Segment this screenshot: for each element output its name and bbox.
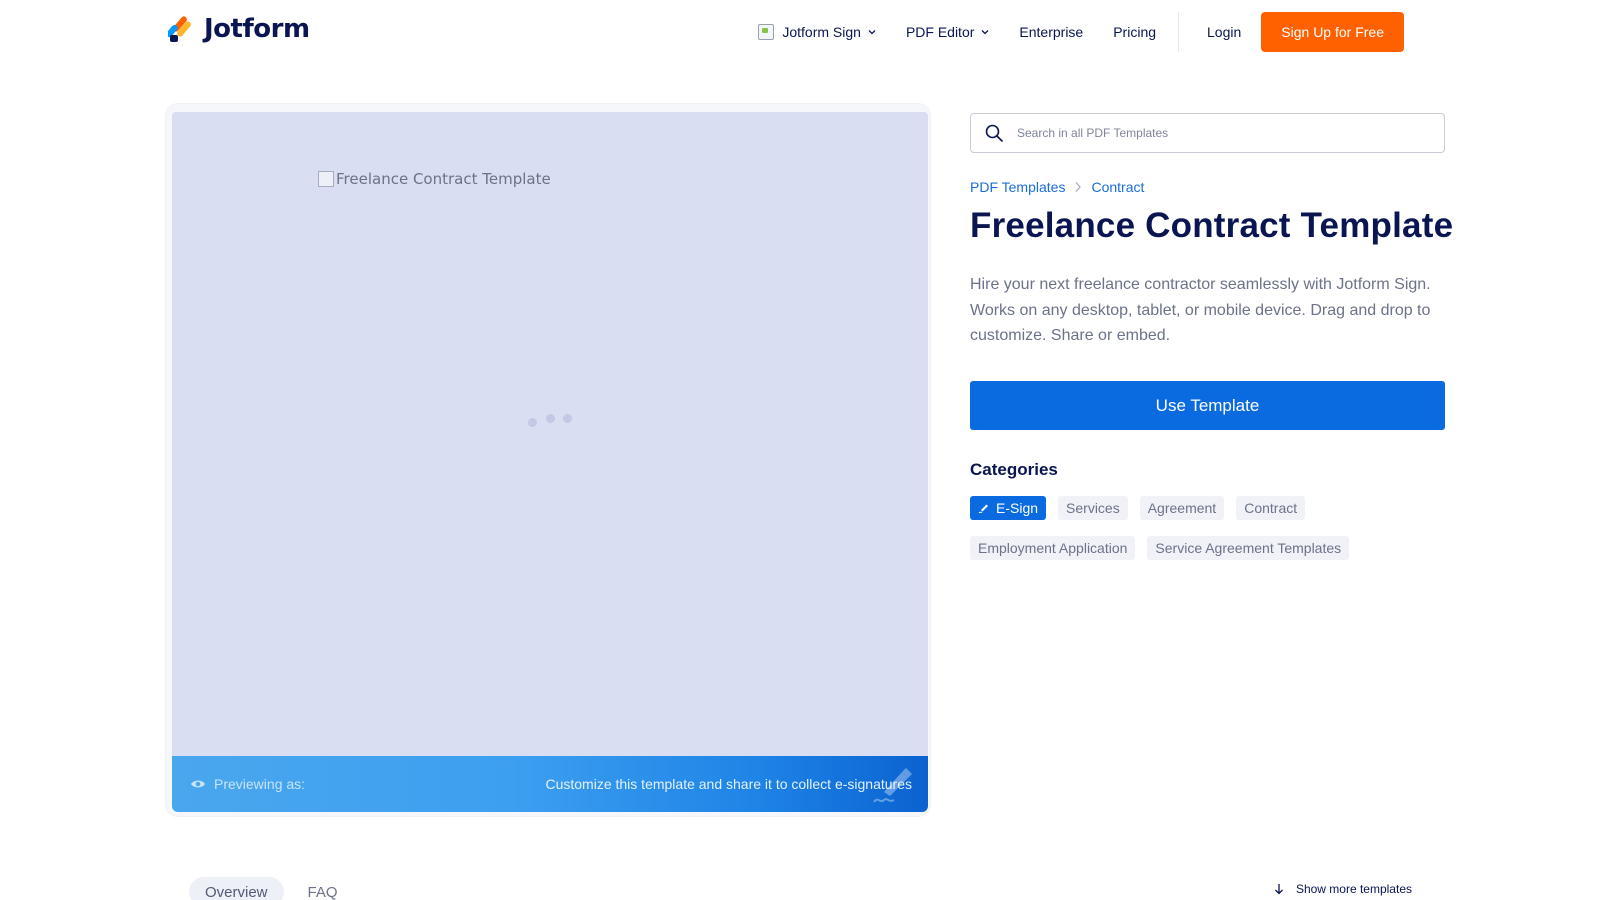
search-icon (985, 124, 1003, 142)
tab-faq[interactable]: FAQ (292, 877, 354, 900)
chevron-down-icon (981, 30, 989, 35)
breadcrumb-contract[interactable]: Contract (1091, 179, 1144, 195)
signup-button[interactable]: Sign Up for Free (1261, 12, 1404, 52)
pen-icon (978, 504, 988, 514)
template-preview[interactable]: Freelance Contract Template Previewing a… (172, 112, 928, 812)
preview-cta-text: Customize this template and share it to … (545, 776, 912, 792)
tab-overview[interactable]: Overview (189, 877, 284, 900)
category-tags-row-1: E-Sign Services Agreement Contract (970, 496, 1317, 520)
nav-jotform-sign[interactable]: Jotform Sign (758, 24, 876, 40)
template-search[interactable] (970, 113, 1445, 153)
loading-dot (528, 418, 537, 427)
jotform-logo[interactable]: Jotform (166, 14, 310, 44)
content-tabs: Overview FAQ (189, 877, 354, 900)
nav-pdf-editor[interactable]: PDF Editor (906, 24, 989, 40)
jotform-sign-image-icon (758, 24, 775, 40)
template-description: Hire your next freelance contractor seam… (970, 276, 1431, 344)
tag-e-sign[interactable]: E-Sign (970, 496, 1047, 520)
eye-icon (191, 780, 205, 788)
nav-pricing-label: Pricing (1113, 24, 1157, 40)
logo-text: Jotform (204, 14, 310, 44)
show-more-templates[interactable]: Show more templates (1274, 882, 1412, 896)
previewing-as: Previewing as: (190, 756, 305, 812)
loading-spinner (528, 413, 588, 429)
jotform-logo-icon (166, 15, 194, 43)
chevron-right-icon (1075, 182, 1082, 192)
previewing-label: Previewing as: (214, 776, 306, 792)
nav-jotform-sign-label: Jotform Sign (782, 24, 861, 40)
nav-enterprise[interactable]: Enterprise (1019, 24, 1083, 40)
loading-dot (563, 414, 572, 423)
main-nav: Jotform Sign PDF Editor Enterprise Prici… (758, 12, 1404, 52)
search-input[interactable] (1017, 126, 1417, 140)
category-tags-row-2: Employment Application Service Agreement… (970, 536, 1361, 560)
arrow-down-icon (1274, 884, 1283, 895)
broken-image-icon (318, 171, 334, 187)
tag-service-agreement-templates[interactable]: Service Agreement Templates (1147, 536, 1350, 560)
breadcrumb: PDF Templates Contract (970, 179, 1144, 195)
breadcrumb-pdf-templates[interactable]: PDF Templates (970, 179, 1065, 195)
tag-e-sign-label: E-Sign (996, 500, 1039, 516)
tag-employment-application[interactable]: Employment Application (970, 536, 1136, 560)
preview-cta-bar[interactable]: Previewing as: Customize this template a… (172, 756, 928, 812)
chevron-down-icon (868, 30, 876, 35)
site-header: Jotform Jotform Sign PDF Editor Enterpri… (0, 0, 1600, 64)
nav-enterprise-label: Enterprise (1019, 24, 1084, 40)
categories-heading: Categories (970, 460, 1058, 479)
loading-dot (546, 414, 555, 423)
use-template-button[interactable]: Use Template (970, 381, 1445, 430)
login-link[interactable]: Login (1207, 24, 1241, 40)
show-more-label: Show more templates (1295, 882, 1412, 896)
tag-contract[interactable]: Contract (1236, 496, 1306, 520)
preview-image-alt: Freelance Contract Template (336, 170, 551, 188)
preview-broken-image: Freelance Contract Template (318, 170, 551, 188)
signature-pen-icon (873, 768, 912, 803)
tag-services[interactable]: Services (1058, 496, 1128, 520)
nav-divider (1178, 12, 1180, 52)
nav-pricing[interactable]: Pricing (1113, 24, 1156, 40)
nav-pdf-editor-label: PDF Editor (905, 24, 975, 40)
tag-agreement[interactable]: Agreement (1139, 496, 1225, 520)
page-title: Freelance Contract Template (970, 206, 1454, 245)
